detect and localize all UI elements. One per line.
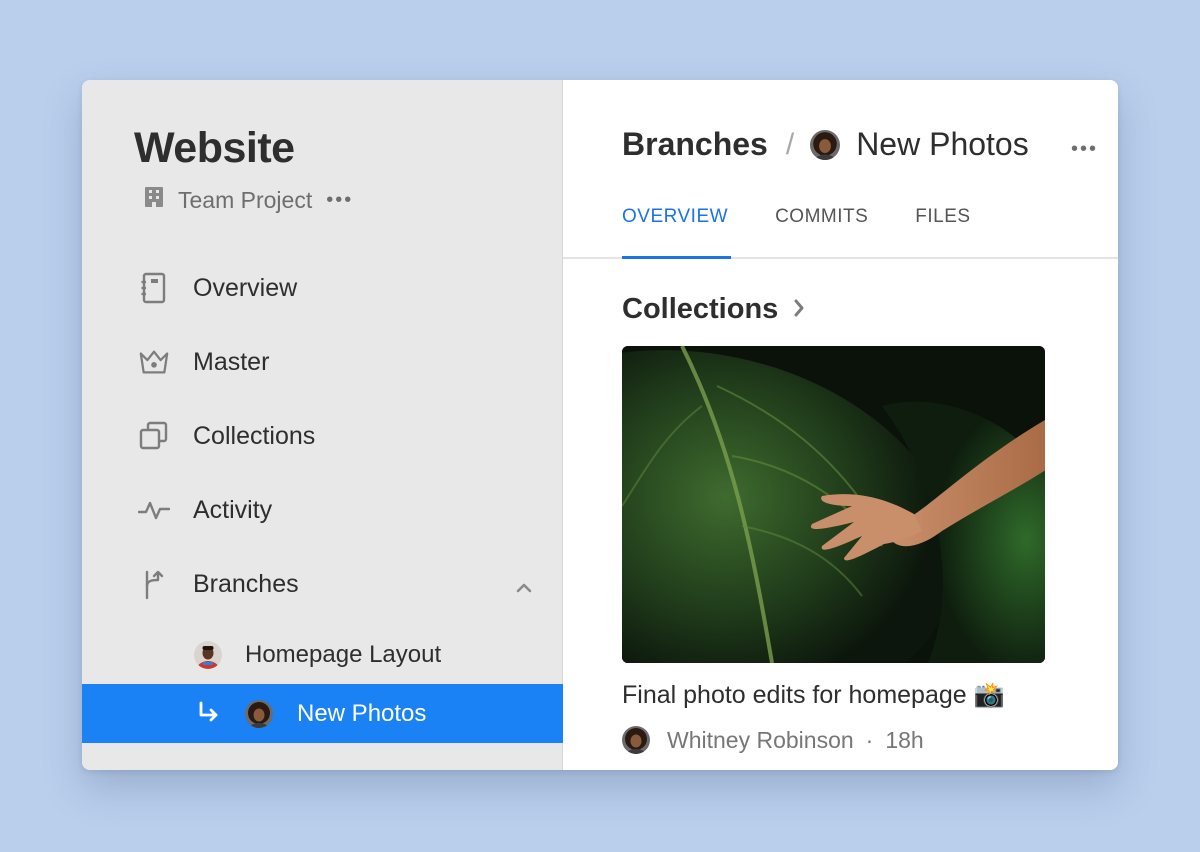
tab-files[interactable]: FILES: [915, 206, 970, 258]
pulse-icon: [138, 494, 170, 526]
building-icon: [144, 186, 164, 214]
collections-title: Collections: [622, 293, 779, 325]
return-arrow-icon: [196, 700, 220, 731]
breadcrumb-root[interactable]: Branches: [622, 126, 768, 163]
tab-commits[interactable]: COMMITS: [775, 206, 868, 258]
breadcrumb: Branches / New Photos: [622, 126, 1029, 163]
app-window: Website Team Project ••• Overview Master…: [82, 80, 1118, 770]
branch-label: Homepage Layout: [245, 640, 442, 668]
sidebar-item-collections[interactable]: Collections: [82, 406, 563, 466]
author-name[interactable]: Whitney Robinson: [667, 727, 854, 754]
sidebar-item-label: Collections: [193, 421, 316, 450]
project-more-button[interactable]: •••: [326, 189, 353, 212]
collection-meta: Whitney Robinson · 18h: [622, 726, 924, 754]
crown-icon: [138, 346, 170, 378]
meta-separator: ·: [865, 726, 874, 753]
sidebar-item-activity[interactable]: Activity: [82, 480, 563, 540]
avatar: [245, 699, 273, 728]
sidebar: Website Team Project ••• Overview Master…: [82, 80, 563, 770]
branch-icon: [138, 568, 170, 600]
sidebar-item-label: Branches: [193, 569, 299, 598]
collection-photo[interactable]: [622, 346, 1045, 663]
tab-overview[interactable]: OVERVIEW: [622, 206, 732, 259]
branch-item-homepage-layout[interactable]: Homepage Layout: [82, 625, 563, 684]
branch-item-new-photos[interactable]: New Photos: [82, 684, 563, 743]
breadcrumb-separator: /: [785, 127, 795, 161]
project-subtitle: Team Project: [178, 186, 313, 213]
stack-icon: [138, 420, 170, 452]
project-title: Website: [134, 124, 295, 172]
sidebar-item-master[interactable]: Master: [82, 332, 563, 392]
sidebar-item-overview[interactable]: Overview: [82, 258, 563, 318]
main-panel: Branches / New Photos ••• OVERVIEW COMMI…: [563, 80, 1118, 770]
avatar: [810, 129, 841, 160]
collection-caption[interactable]: Final photo edits for homepage 📸: [622, 681, 1005, 710]
chevron-right-icon: [792, 293, 806, 326]
avatar: [622, 726, 650, 754]
chevron-up-icon[interactable]: [515, 572, 533, 601]
notebook-icon: [138, 272, 170, 304]
sidebar-item-label: Master: [193, 347, 270, 376]
tab-bar: OVERVIEW COMMITS FILES: [622, 206, 1018, 259]
sidebar-item-label: Overview: [193, 273, 298, 302]
timestamp: 18h: [885, 726, 924, 753]
breadcrumb-current: New Photos: [856, 126, 1029, 162]
header: Branches / New Photos ••• OVERVIEW COMMI…: [563, 80, 1118, 259]
project-subtitle-row: Team Project •••: [144, 186, 353, 214]
sidebar-item-label: Activity: [193, 495, 273, 524]
header-more-button[interactable]: •••: [1071, 138, 1098, 161]
sidebar-item-branches[interactable]: Branches: [82, 554, 563, 614]
avatar: [194, 640, 222, 669]
branch-label: New Photos: [297, 699, 427, 727]
collections-heading[interactable]: Collections: [622, 293, 806, 326]
